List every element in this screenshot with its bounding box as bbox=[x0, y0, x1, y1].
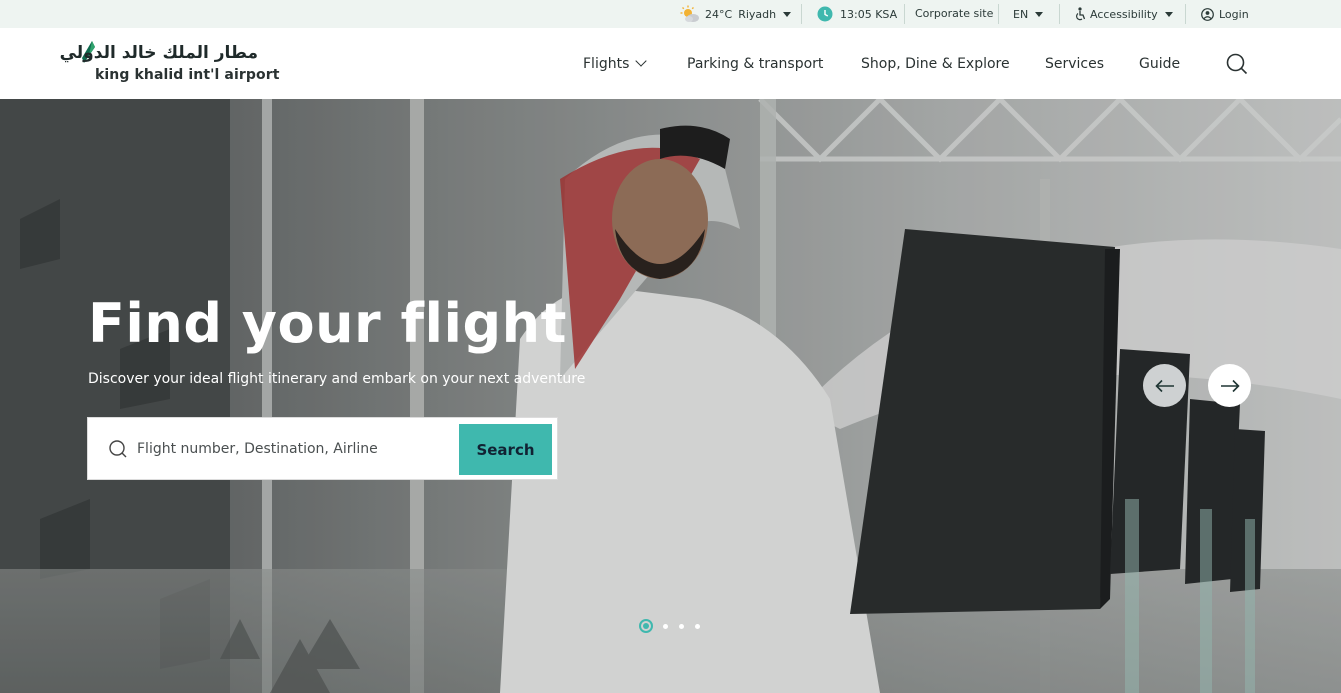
chevron-down-icon bbox=[1035, 11, 1044, 17]
nav-guide[interactable]: Guide bbox=[1139, 28, 1180, 99]
divider bbox=[1185, 4, 1186, 24]
search-button[interactable]: Search bbox=[459, 424, 552, 475]
accessibility-icon bbox=[1076, 7, 1086, 21]
nav-label: Services bbox=[1045, 55, 1105, 72]
nav-label: Guide bbox=[1139, 55, 1181, 72]
carousel-prev-button[interactable] bbox=[1143, 364, 1186, 407]
utility-bar: 24°C Riyadh 13:05 KSA Corporate site EN … bbox=[0, 0, 1341, 28]
nav-label: Parking & transport bbox=[687, 55, 824, 72]
flight-search-box: Search bbox=[87, 417, 558, 480]
time-value: 13:05 KSA bbox=[840, 7, 898, 21]
nav-parking-transport[interactable]: Parking & transport bbox=[687, 28, 823, 99]
carousel-next-button[interactable] bbox=[1208, 364, 1251, 407]
carousel-dot[interactable] bbox=[679, 623, 684, 629]
weather-city: Riyadh bbox=[738, 7, 777, 21]
main-header: مطار الملك خالد الدولي king khalid int'l… bbox=[0, 28, 1341, 99]
partly-sunny-icon bbox=[680, 5, 699, 22]
clock-icon bbox=[817, 6, 833, 22]
logo-arabic-text: مطار الملك خالد الدولي bbox=[59, 43, 258, 63]
weather-widget[interactable]: 24°C Riyadh bbox=[680, 0, 792, 28]
chevron-down-icon bbox=[1164, 11, 1173, 17]
corporate-site-link[interactable]: Corporate site bbox=[915, 0, 993, 27]
nav-shop-dine-explore[interactable]: Shop, Dine & Explore bbox=[861, 28, 1010, 99]
accessibility-menu[interactable]: Accessibility bbox=[1075, 0, 1173, 28]
hero-subtitle: Discover your ideal flight itinerary and… bbox=[88, 371, 586, 387]
nav-label: Flights bbox=[583, 55, 630, 72]
time-widget: 13:05 KSA bbox=[817, 0, 897, 28]
hero-banner: Find your flight Discover your ideal fli… bbox=[0, 99, 1341, 693]
language-value: EN bbox=[1013, 7, 1029, 21]
login-link[interactable]: Login bbox=[1201, 0, 1249, 28]
login-label: Login bbox=[1219, 7, 1249, 21]
hero-background-image bbox=[0, 99, 1341, 693]
flight-search-input[interactable] bbox=[137, 432, 455, 466]
divider bbox=[998, 4, 999, 24]
language-selector[interactable]: EN bbox=[1013, 0, 1044, 28]
divider bbox=[1059, 4, 1060, 24]
user-circle-icon bbox=[1201, 7, 1214, 21]
carousel-dot[interactable] bbox=[695, 623, 700, 629]
logo-english-text: king khalid int'l airport bbox=[95, 67, 280, 83]
airport-logo[interactable]: مطار الملك خالد الدولي king khalid int'l… bbox=[59, 41, 279, 87]
chevron-down-icon bbox=[635, 55, 648, 67]
hero-title: Find your flight bbox=[88, 292, 567, 355]
search-icon bbox=[109, 440, 127, 458]
nav-flights[interactable]: Flights bbox=[583, 28, 648, 99]
arrow-left-icon bbox=[1154, 379, 1174, 392]
divider bbox=[904, 4, 905, 24]
search-icon[interactable] bbox=[1226, 53, 1248, 75]
accessibility-label: Accessibility bbox=[1090, 7, 1158, 21]
carousel-pagination bbox=[639, 618, 711, 634]
divider bbox=[801, 4, 802, 24]
carousel-dot[interactable] bbox=[663, 623, 668, 629]
chevron-down-icon bbox=[783, 11, 792, 17]
weather-temperature: 24°C bbox=[705, 7, 733, 21]
carousel-dot-active[interactable] bbox=[639, 619, 653, 633]
nav-services[interactable]: Services bbox=[1045, 28, 1104, 99]
arrow-right-icon bbox=[1220, 379, 1240, 392]
nav-label: Shop, Dine & Explore bbox=[861, 55, 1010, 72]
